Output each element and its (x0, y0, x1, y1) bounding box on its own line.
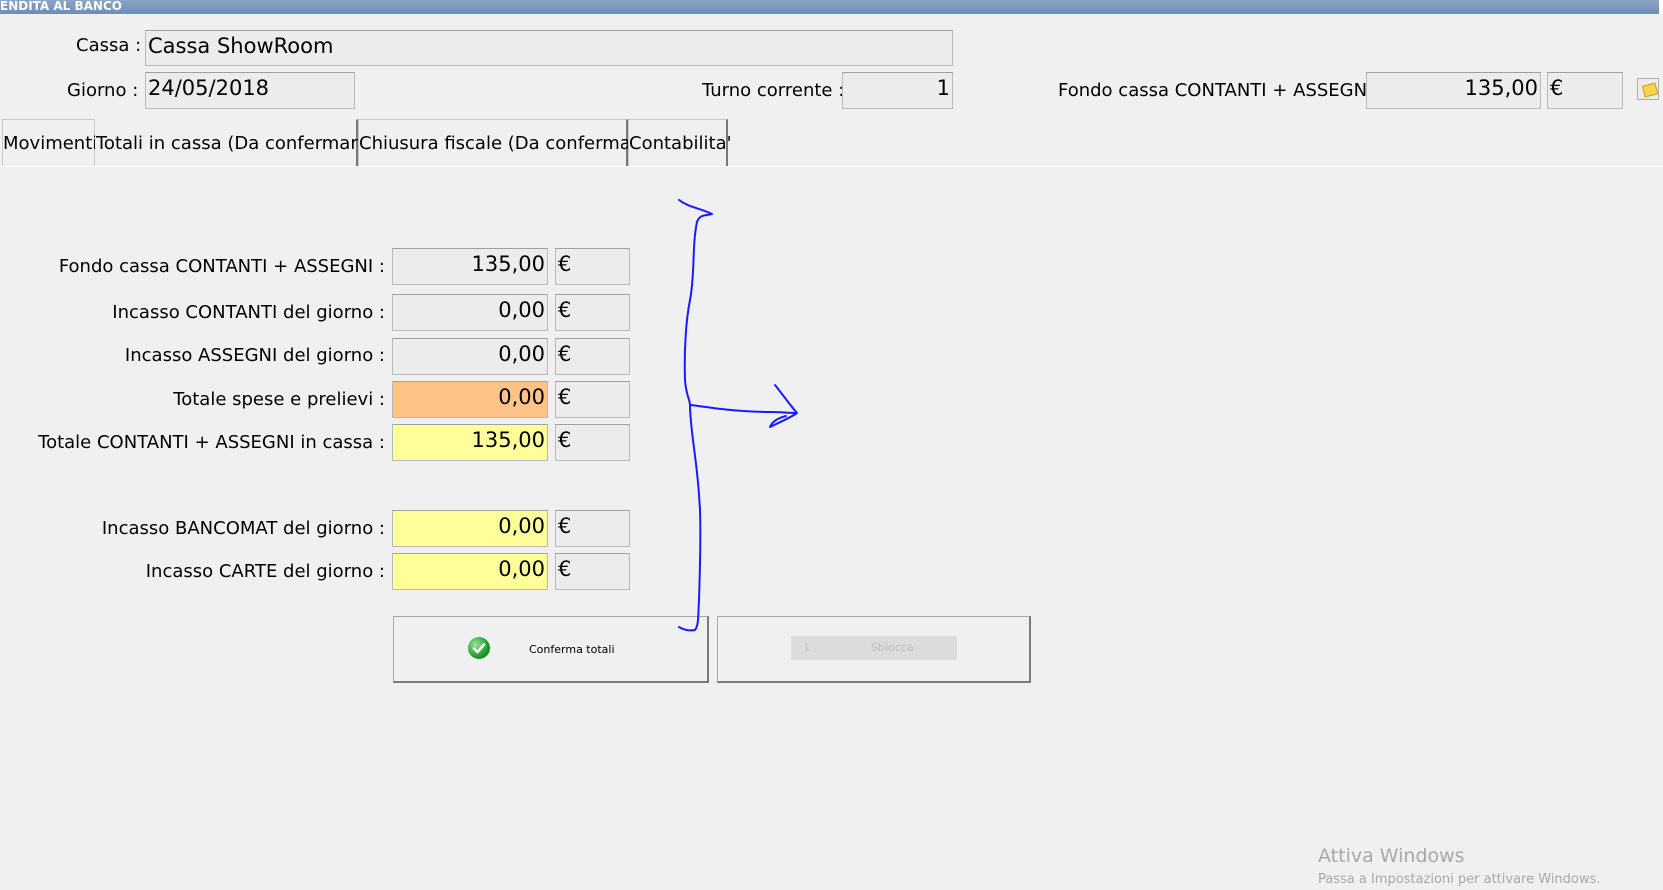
currency-label: € (555, 553, 630, 590)
unlock-button[interactable]: 1 Sblocca (717, 616, 1031, 683)
cassa-label: Cassa : (76, 35, 142, 56)
currency-label: € (555, 338, 630, 375)
window-title: ENDITA AL BANCO (0, 0, 122, 13)
watermark-title: Attiva Windows (1318, 845, 1465, 867)
fondo-header-currency: € (1547, 72, 1623, 109)
currency-label: € (555, 424, 630, 461)
currency-label: € (555, 248, 630, 285)
fondo-header-field[interactable]: 135,00 (1366, 72, 1541, 109)
check-icon (468, 637, 490, 659)
giorno-label: Giorno : (67, 80, 139, 101)
watermark-subtitle: Passa a Impostazioni per attivare Window… (1318, 872, 1601, 887)
note-icon[interactable] (1637, 78, 1659, 100)
row-label: Incasso BANCOMAT del giorno : (101, 518, 385, 539)
incasso-carte-value[interactable]: 0,00 (392, 553, 548, 590)
currency-label: € (555, 294, 630, 331)
tab-contabilita[interactable]: Contabilita' (628, 119, 732, 166)
incasso-bancomat-value[interactable]: 0,00 (392, 510, 548, 547)
unlock-label: Sblocca (871, 641, 914, 654)
tab-bar: Movimenti Totali in cassa (Da confermare… (0, 119, 1663, 167)
unlock-prefix: 1 (803, 641, 810, 654)
fondo-cassa-value[interactable]: 135,00 (392, 248, 548, 285)
turno-field[interactable]: 1 (842, 72, 953, 109)
turno-label: Turno corrente : (702, 80, 845, 101)
confirm-totals-button[interactable]: Conferma totali (393, 616, 709, 683)
currency-label: € (555, 381, 630, 418)
confirm-totals-label: Conferma totali (529, 643, 615, 656)
row-label: Incasso CONTANTI del giorno : (112, 302, 385, 323)
row-label: Incasso CARTE del giorno : (145, 561, 385, 582)
window-corner (1659, 0, 1663, 14)
row-label: Incasso ASSEGNI del giorno : (124, 345, 385, 366)
cassa-field[interactable]: Cassa ShowRoom (145, 30, 953, 66)
totale-in-cassa-value[interactable]: 135,00 (392, 424, 548, 461)
tab-totali-in-cassa[interactable]: Totali in cassa (Da confermare) (95, 119, 375, 166)
row-label: Fondo cassa CONTANTI + ASSEGNI : (58, 256, 385, 277)
row-label: Totale CONTANTI + ASSEGNI in cassa : (38, 432, 385, 453)
tab-chiusura-fiscale[interactable]: Chiusura fiscale (Da confermare) (358, 119, 656, 166)
tab-movimenti[interactable]: Movimenti (2, 119, 97, 166)
giorno-field[interactable]: 24/05/2018 (145, 72, 355, 109)
tab-baseline (0, 166, 1663, 167)
incasso-assegni-value[interactable]: 0,00 (392, 338, 548, 375)
currency-label: € (555, 510, 630, 547)
fondo-header-label: Fondo cassa CONTANTI + ASSEGNI : (1058, 80, 1385, 101)
title-bar: ENDITA AL BANCO (0, 0, 1663, 14)
incasso-contanti-value[interactable]: 0,00 (392, 294, 548, 331)
row-label: Totale spese e prelievi : (173, 389, 385, 410)
unlock-disabled-area: 1 Sblocca (791, 636, 957, 660)
totale-spese-value[interactable]: 0,00 (392, 381, 548, 418)
